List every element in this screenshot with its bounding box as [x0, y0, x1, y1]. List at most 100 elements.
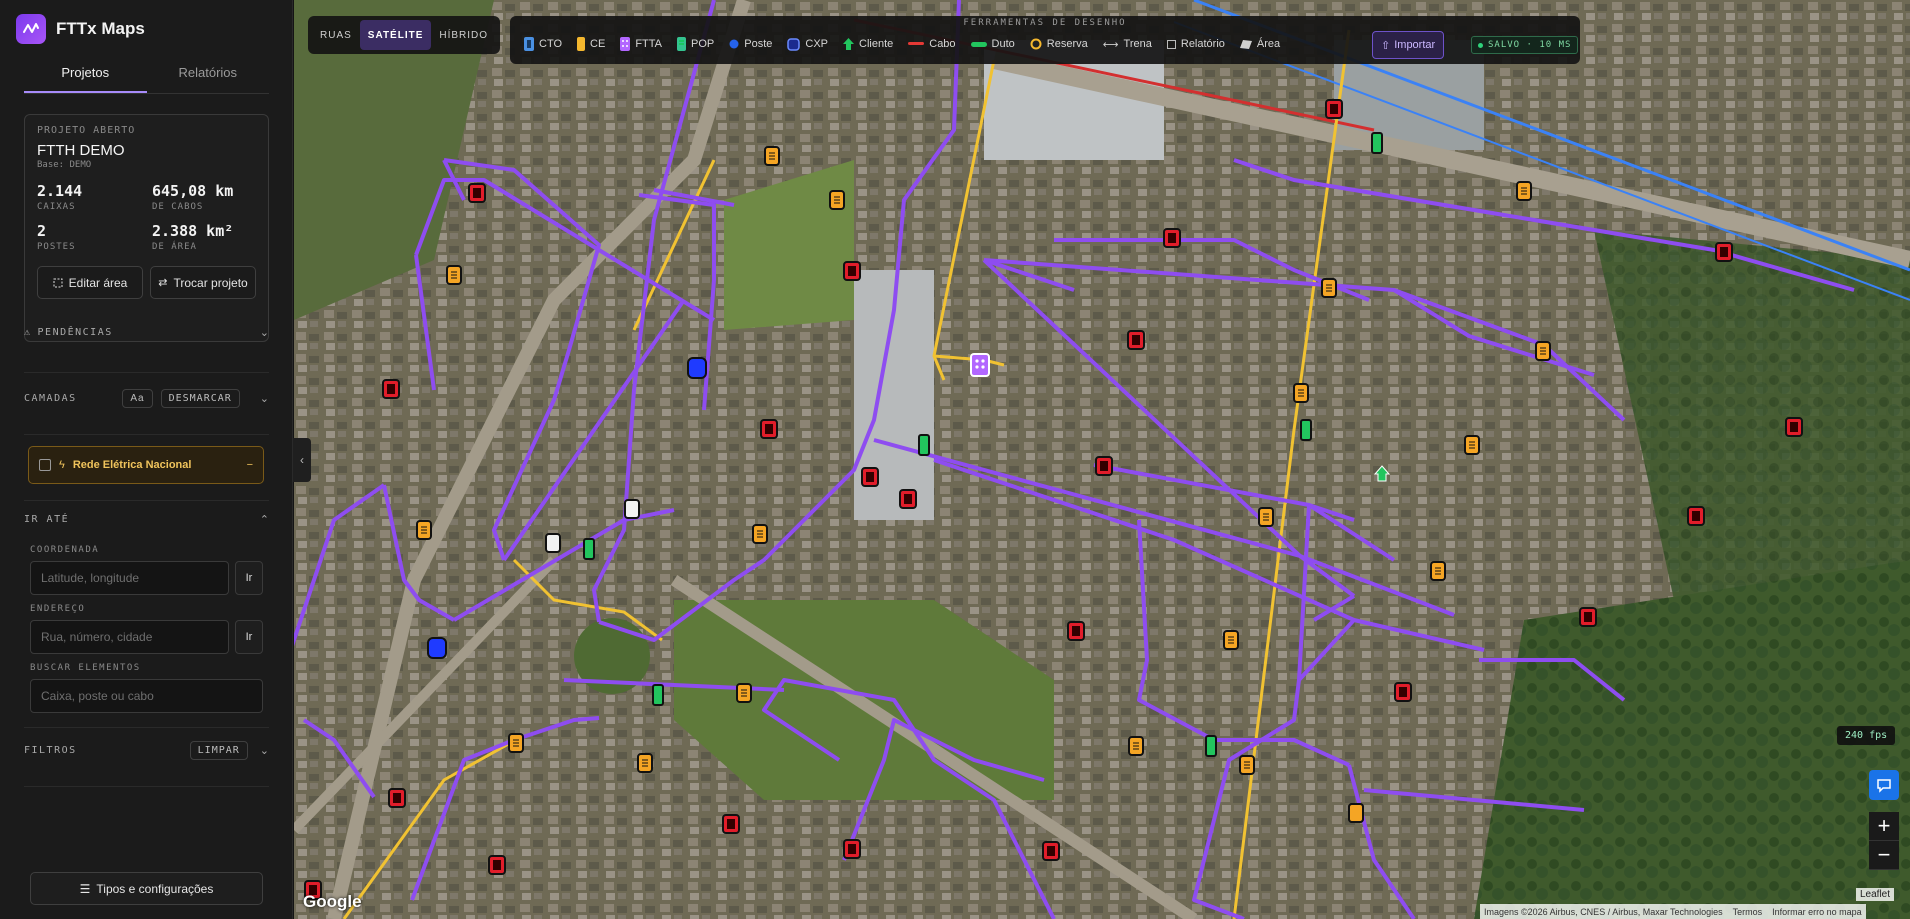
settings-button[interactable]: ☰ Tipos e configurações	[30, 872, 263, 905]
cto-marker[interactable]	[382, 379, 400, 399]
ce-marker[interactable]	[829, 190, 845, 210]
ce-marker[interactable]	[1239, 755, 1255, 775]
import-button[interactable]: ⇧ Importar	[1372, 31, 1445, 59]
ce-marker[interactable]	[1321, 278, 1337, 298]
ce-marker[interactable]	[1293, 383, 1309, 403]
cxp-marker[interactable]	[687, 357, 707, 379]
ce-marker[interactable]	[736, 683, 752, 703]
view-ruas-button[interactable]: RUAS	[312, 20, 360, 50]
tool-ftta[interactable]: FTTA	[620, 37, 662, 51]
tool-duto[interactable]: Duto	[970, 38, 1015, 50]
tab-relatorios[interactable]: Relatórios	[147, 60, 270, 93]
cto-marker[interactable]	[843, 839, 861, 859]
ce-marker[interactable]	[1430, 561, 1446, 581]
relatorio-icon	[1166, 39, 1176, 49]
view-hibrido-button[interactable]: HÍBRIDO	[431, 20, 496, 50]
cto-marker[interactable]	[468, 183, 486, 203]
tool-poste[interactable]: Poste	[729, 38, 772, 50]
address-input[interactable]	[30, 620, 229, 654]
cto-marker[interactable]	[1127, 330, 1145, 350]
attribution-terms[interactable]: Termos	[1733, 907, 1763, 917]
collapse-sidebar-button[interactable]: ‹	[293, 438, 311, 482]
section-pendencias[interactable]: ⚠ PENDÊNCIAS ⌄	[24, 326, 269, 339]
pop-marker[interactable]	[652, 684, 664, 706]
tool-area[interactable]: Área	[1239, 38, 1280, 50]
tool-ce[interactable]: CE	[577, 37, 605, 51]
tool-cto[interactable]: CTO	[524, 37, 562, 51]
ce-marker[interactable]	[508, 733, 524, 753]
uncheck-all-button[interactable]: DESMARCAR	[160, 389, 240, 408]
chevron-down-icon[interactable]: ⌄	[260, 392, 269, 405]
ce-marker[interactable]	[637, 753, 653, 773]
tool-label: Trena	[1123, 38, 1152, 50]
cto-marker[interactable]	[861, 467, 879, 487]
zoom-out-button[interactable]: −	[1869, 841, 1899, 870]
cto-marker[interactable]	[388, 788, 406, 808]
cto-marker[interactable]	[1785, 417, 1803, 437]
cto-marker[interactable]	[1095, 456, 1113, 476]
clear-filters-button[interactable]: LIMPAR	[189, 741, 248, 760]
go-address-button[interactable]: Ir	[235, 620, 263, 654]
cto-marker[interactable]	[1579, 607, 1597, 627]
chat-button[interactable]	[1869, 770, 1899, 800]
cto-marker[interactable]	[1042, 841, 1060, 861]
coordinate-input[interactable]	[30, 561, 229, 595]
pop-marker[interactable]	[583, 538, 595, 560]
ce-marker[interactable]	[1516, 181, 1532, 201]
font-size-button[interactable]: Aa	[122, 389, 153, 408]
cto-marker[interactable]	[1687, 506, 1705, 526]
white-box-marker[interactable]	[545, 533, 561, 553]
ce-marker[interactable]	[416, 520, 432, 540]
view-satelite-button[interactable]: SATÉLITE	[359, 20, 432, 50]
brand[interactable]: FTTx Maps	[16, 14, 145, 44]
cto-marker[interactable]	[1394, 682, 1412, 702]
pop-marker[interactable]	[1205, 735, 1217, 757]
tab-projetos[interactable]: Projetos	[24, 60, 147, 93]
ftta-marker[interactable]	[970, 353, 990, 377]
edit-area-button[interactable]: Editar área	[37, 266, 143, 299]
switch-project-button[interactable]: ⇄ Trocar projeto	[150, 266, 256, 299]
chevron-down-icon[interactable]: ⌄	[260, 744, 269, 757]
cxp-marker[interactable]	[427, 637, 447, 659]
cto-marker[interactable]	[1325, 99, 1343, 119]
minus-icon[interactable]: −	[247, 459, 253, 471]
attribution-report[interactable]: Informar erro no mapa	[1772, 907, 1862, 917]
cto-marker[interactable]	[899, 489, 917, 509]
pop-marker[interactable]	[1371, 132, 1383, 154]
ce-marker[interactable]	[1258, 507, 1274, 527]
tool-trena[interactable]: ⟷ Trena	[1103, 38, 1152, 51]
pop-marker[interactable]	[1300, 419, 1312, 441]
ce-marker[interactable]	[446, 265, 462, 285]
tool-cabo[interactable]: Cabo	[908, 38, 956, 50]
cto-marker[interactable]	[1715, 242, 1733, 262]
go-coordinate-button[interactable]: Ir	[235, 561, 263, 595]
cto-marker[interactable]	[1163, 228, 1181, 248]
cto-marker[interactable]	[843, 261, 861, 281]
ce-marker[interactable]	[1223, 630, 1239, 650]
tool-cliente[interactable]: Cliente	[843, 38, 893, 50]
ce-marker[interactable]	[1535, 341, 1551, 361]
ce-marker[interactable]	[1128, 736, 1144, 756]
layer-rede-eletrica[interactable]: ϟ Rede Elétrica Nacional −	[28, 446, 264, 484]
ce-marker[interactable]	[752, 524, 768, 544]
white-box-marker[interactable]	[624, 499, 640, 519]
tool-relatorio[interactable]: Relatório	[1166, 38, 1225, 50]
save-status-label: SALVO · 10 MS	[1488, 40, 1572, 50]
search-elements-input[interactable]	[30, 679, 263, 713]
layer-checkbox[interactable]	[39, 459, 51, 471]
zoom-in-button[interactable]: +	[1869, 812, 1899, 841]
tool-reserva[interactable]: Reserva	[1030, 38, 1088, 50]
tool-cxp[interactable]: CXP	[787, 37, 828, 51]
leaflet-link[interactable]: Leaflet	[1856, 888, 1895, 901]
ce-marker[interactable]	[1464, 435, 1480, 455]
cto-marker[interactable]	[722, 814, 740, 834]
cto-marker[interactable]	[488, 855, 506, 875]
tool-pop[interactable]: POP	[677, 37, 714, 51]
map-canvas[interactable]	[294, 0, 1910, 919]
ce-marker[interactable]	[1348, 803, 1364, 823]
ce-marker[interactable]	[764, 146, 780, 166]
cto-marker[interactable]	[760, 419, 778, 439]
section-ir-ate[interactable]: IR ATÉ ⌃	[24, 513, 269, 526]
cto-marker[interactable]	[1067, 621, 1085, 641]
pop-marker[interactable]	[918, 434, 930, 456]
